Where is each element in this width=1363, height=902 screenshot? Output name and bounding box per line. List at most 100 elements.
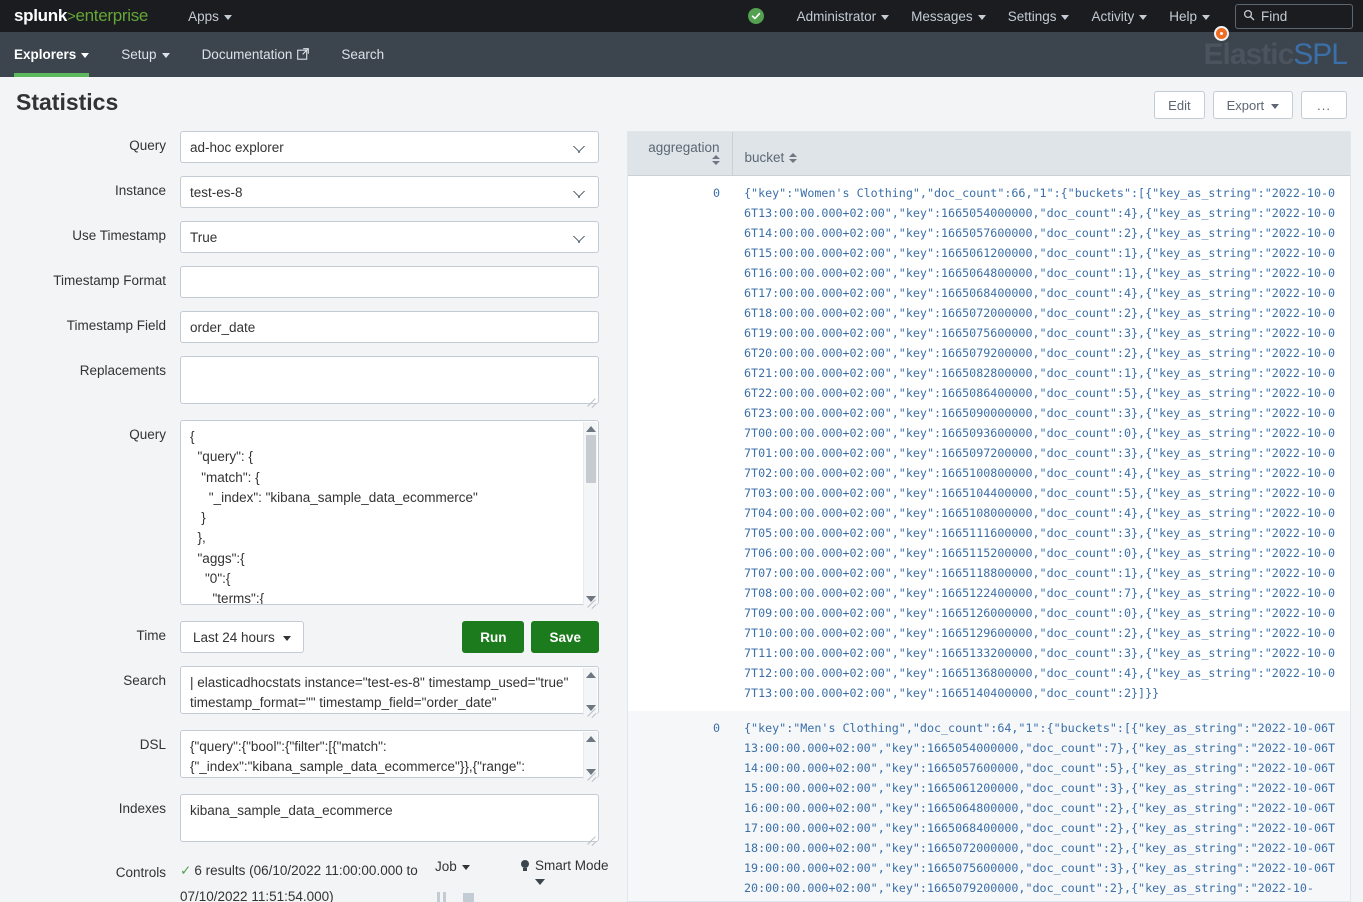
timestamp-format-input[interactable] <box>180 266 599 298</box>
chevron-down-icon <box>223 14 232 20</box>
form-row-replacements: Replacements <box>0 356 626 407</box>
form-row-time: Time Last 24 hours Run Save <box>0 621 626 653</box>
chevron-down-icon <box>1061 14 1070 20</box>
apps-menu-label: Apps <box>188 8 219 24</box>
export-button[interactable]: Export <box>1212 91 1294 119</box>
job-menu-label: Job <box>435 859 457 874</box>
app-nav-bar: Explorers Setup Documentation Search Ela… <box>0 25 1363 77</box>
menu-administrator[interactable]: Administrator <box>786 9 901 24</box>
run-button[interactable]: Run <box>462 621 525 653</box>
column-header-aggregation[interactable]: aggregation <box>628 132 733 176</box>
label-time: Time <box>136 628 167 643</box>
menu-help-label: Help <box>1169 8 1197 24</box>
results-table-body: 0 {"key":"Women's Clothing","doc_count":… <box>628 176 1350 901</box>
menu-activity[interactable]: Activity <box>1080 9 1158 24</box>
logo-chevron-text: > <box>67 8 76 25</box>
stop-icon[interactable] <box>463 893 474 902</box>
check-circle-icon[interactable] <box>747 8 764 24</box>
menu-settings[interactable]: Settings <box>997 9 1081 24</box>
nav-item-documentation[interactable]: Documentation <box>186 32 326 77</box>
edit-button[interactable]: Edit <box>1154 91 1205 119</box>
indexes-textarea[interactable]: kibana_sample_data_ecommerce <box>180 794 599 842</box>
form-row-controls: Controls ✓ 6 results (06/10/2022 11:00:00… <box>0 858 626 902</box>
nav-item-documentation-label: Documentation <box>201 47 293 62</box>
nav-item-explorers[interactable]: Explorers <box>14 32 105 77</box>
menu-administrator-label: Administrator <box>796 8 877 24</box>
instance-select[interactable]: test-es-8 <box>180 176 599 208</box>
label-indexes: Indexes <box>118 801 166 816</box>
table-row[interactable]: 0 {"key":"Women's Clothing","doc_count":… <box>628 176 1350 712</box>
nav-item-search-label: Search <box>341 47 385 62</box>
results-pane: aggregation bucket 0 {"key":"Women's Clo… <box>627 131 1351 902</box>
check-icon: ✓ <box>180 863 192 878</box>
nav-item-explorers-label: Explorers <box>14 47 77 62</box>
dsl-textarea[interactable]: {"query":{"bool":{"filter":[{"match": {"… <box>180 730 599 778</box>
chevron-down-icon[interactable] <box>535 879 545 885</box>
page-title: Statistics <box>16 89 119 115</box>
menu-messages-label: Messages <box>911 8 973 24</box>
top-bar-right: Administrator Messages Settings Activity… <box>747 3 1353 29</box>
cell-bucket: {"key":"Men's Clothing","doc_count":64,"… <box>732 711 1350 901</box>
job-menu[interactable]: Job <box>435 859 515 874</box>
time-range-picker[interactable]: Last 24 hours <box>180 621 304 653</box>
label-use-timestamp: Use Timestamp <box>72 228 166 243</box>
find-search-box[interactable]: Find <box>1235 3 1353 29</box>
cell-bucket: {"key":"Women's Clothing","doc_count":66… <box>744 186 1336 700</box>
edit-button-label: Edit <box>1168 97 1191 113</box>
label-dsl: DSL <box>139 737 166 752</box>
cell-aggregation: 0 <box>628 711 732 901</box>
form-row-dsl: DSL {"query":{"bool":{"filter":[{"match"… <box>0 730 626 781</box>
page-body: Query ad-hoc explorer Instance test-es-8… <box>0 121 1363 902</box>
label-replacements: Replacements <box>79 363 166 378</box>
chevron-down-icon <box>161 53 170 58</box>
menu-help[interactable]: Help <box>1158 9 1221 24</box>
nav-item-setup[interactable]: Setup <box>105 32 185 77</box>
menu-messages[interactable]: Messages <box>900 9 997 24</box>
label-controls: Controls <box>115 865 166 880</box>
form-row-timestamp-field: Timestamp Field <box>0 311 626 343</box>
query-select[interactable]: ad-hoc explorer <box>180 131 599 163</box>
search-spl-textarea[interactable]: | elasticadhocstats instance="test-es-8"… <box>180 666 599 714</box>
chevron-down-icon <box>461 865 470 870</box>
more-options-button[interactable]: ... <box>1301 91 1347 119</box>
chevron-down-icon <box>282 635 291 641</box>
lightbulb-icon <box>521 860 529 872</box>
form-row-query-select: Query ad-hoc explorer <box>0 131 626 163</box>
table-row[interactable]: 0 {"key":"Men's Clothing","doc_count":64… <box>628 711 1350 901</box>
more-options-label: ... <box>1317 97 1331 113</box>
sort-icon <box>711 155 720 165</box>
form-row-instance: Instance test-es-8 <box>0 176 626 208</box>
cell-aggregation: 0 <box>712 186 720 200</box>
brand-dot-icon <box>1213 25 1229 41</box>
form-row-search: Search | elasticadhocstats instance="tes… <box>0 666 626 717</box>
column-header-aggregation-label: aggregation <box>648 140 720 155</box>
time-range-value: Last 24 hours <box>193 629 275 645</box>
save-button-label: Save <box>549 629 581 645</box>
sort-icon <box>789 152 798 163</box>
nav-item-search[interactable]: Search <box>325 32 400 77</box>
results-table-head: aggregation bucket <box>628 132 1350 176</box>
elasticspl-brand-logo: ElasticSPL <box>1204 25 1349 71</box>
smart-mode-label: Smart Mode <box>535 858 609 873</box>
external-link-icon <box>297 48 310 63</box>
pause-icon[interactable] <box>437 892 447 902</box>
label-instance: Instance <box>114 183 166 198</box>
smart-mode-selector[interactable]: Smart Mode <box>521 858 610 873</box>
chevron-down-icon <box>1271 103 1280 109</box>
save-button[interactable]: Save <box>531 621 599 653</box>
label-query-body: Query <box>129 427 166 442</box>
menu-activity-label: Activity <box>1091 8 1135 24</box>
search-icon <box>1243 9 1255 24</box>
brand-text-spl: SPL <box>1293 37 1348 71</box>
use-timestamp-select[interactable]: True <box>180 221 599 253</box>
splunk-logo[interactable]: splunk > enterprise <box>14 6 148 26</box>
find-input-text: Find <box>1261 8 1288 24</box>
chevron-down-icon <box>1202 14 1210 20</box>
replacements-textarea[interactable] <box>180 356 599 404</box>
apps-menu[interactable]: Apps <box>188 9 232 24</box>
column-header-bucket[interactable]: bucket <box>732 132 1350 176</box>
label-timestamp-format: Timestamp Format <box>53 273 166 288</box>
query-body-textarea[interactable]: { "query": { "match": { "_index": "kiban… <box>180 420 599 605</box>
query-form-pane: Query ad-hoc explorer Instance test-es-8… <box>0 131 626 902</box>
timestamp-field-input[interactable] <box>180 311 599 343</box>
